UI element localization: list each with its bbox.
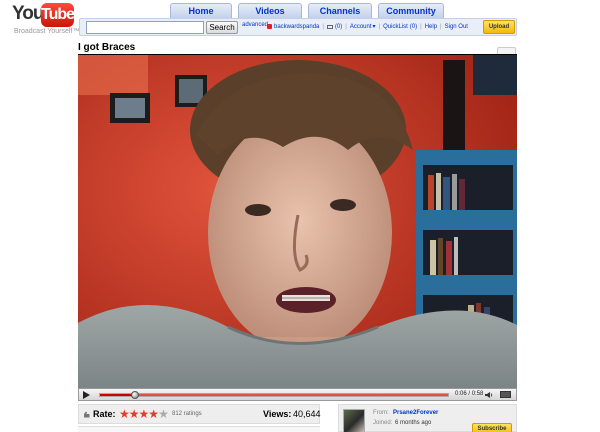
ratings-count: 812 ratings [172, 411, 202, 417]
subscriptions-icon [267, 24, 272, 29]
inbox-count[interactable]: (0) [335, 24, 342, 30]
star-icon[interactable]: ★ [129, 407, 140, 421]
tab-videos[interactable]: Videos [238, 3, 302, 18]
volume-icon[interactable] [485, 392, 494, 398]
advanced-search-link[interactable]: advanced [242, 22, 268, 28]
logo-tagline: Broadcast Yourself™ [14, 28, 80, 35]
main-nav-tabs: Home Videos Channels Community [170, 3, 444, 18]
channel-info-box: From: Prsane2Forever Joined: 6 months ag… [338, 404, 517, 432]
play-icon[interactable] [83, 391, 90, 399]
video-stats-bar: Rate: ★★★★★ 812 ratings Views: 40,644 [78, 404, 321, 424]
separator: | [345, 23, 347, 30]
logo-you-text: You [12, 3, 45, 24]
video-title: I got Braces [78, 42, 136, 53]
time-total: 0:58 [471, 391, 484, 397]
rate-label: Rate: [93, 409, 116, 419]
views-label: Views: [263, 409, 292, 419]
chevron-down-icon[interactable]: ▾ [373, 23, 376, 30]
star-icon[interactable]: ★ [139, 407, 150, 421]
joined-date: 6 months ago [395, 420, 432, 426]
subscribe-button[interactable]: Subscribe [472, 423, 512, 432]
progress-played [100, 394, 135, 396]
separator: | [420, 23, 422, 30]
thumb-icon [84, 411, 90, 418]
separator: | [440, 23, 442, 30]
logo-tube-text: Tube [41, 3, 75, 27]
from-label: From: [373, 410, 389, 416]
search-input[interactable] [86, 21, 204, 34]
player-controls: 0:06 / 0:58 [78, 388, 517, 401]
progress-bar[interactable] [99, 391, 449, 399]
upload-button[interactable]: Upload [483, 20, 515, 34]
fullscreen-icon[interactable] [500, 391, 511, 398]
youtube-logo[interactable]: You Tube Broadcast Yourself™ [12, 3, 79, 37]
time-readout: 0:06 / 0:58 [455, 391, 483, 397]
account-menu[interactable]: Account [350, 24, 372, 30]
video-player-screen[interactable] [78, 55, 517, 388]
search-button[interactable]: Search [206, 21, 238, 34]
tab-community[interactable]: Community [378, 3, 444, 18]
tab-home[interactable]: Home [170, 3, 232, 18]
sign-out-link[interactable]: Sign Out [445, 24, 468, 30]
separator: | [378, 23, 381, 30]
user-links: backwardspanda | (0) | Account ▾ | Quick… [267, 23, 468, 30]
quicklist-count[interactable]: (0) [410, 24, 417, 30]
avatar[interactable] [343, 409, 365, 432]
inbox-icon[interactable] [326, 24, 333, 29]
separator: | [322, 23, 324, 30]
star-icon[interactable]: ★ [148, 407, 159, 421]
star-rating[interactable]: ★★★★★ [119, 407, 169, 421]
joined-label: Joined: [373, 420, 393, 426]
channel-name-link[interactable]: Prsane2Forever [393, 410, 438, 416]
help-link[interactable]: Help [425, 24, 437, 30]
time-current: 0:06 [455, 391, 467, 397]
quicklist-link[interactable]: QuickList [383, 24, 408, 30]
search-bar: Search advanced backwardspanda | (0) | A… [79, 18, 517, 36]
views-count: 40,644 [293, 409, 321, 419]
progress-handle[interactable] [130, 391, 139, 399]
star-icon[interactable]: ★ [119, 407, 130, 421]
username-link[interactable]: backwardspanda [274, 24, 319, 30]
tab-channels[interactable]: Channels [308, 3, 372, 18]
star-icon[interactable]: ★ [158, 407, 169, 421]
progress-buffered [100, 394, 448, 396]
video-frame-image [78, 55, 517, 388]
action-tabs-strip [78, 426, 320, 432]
